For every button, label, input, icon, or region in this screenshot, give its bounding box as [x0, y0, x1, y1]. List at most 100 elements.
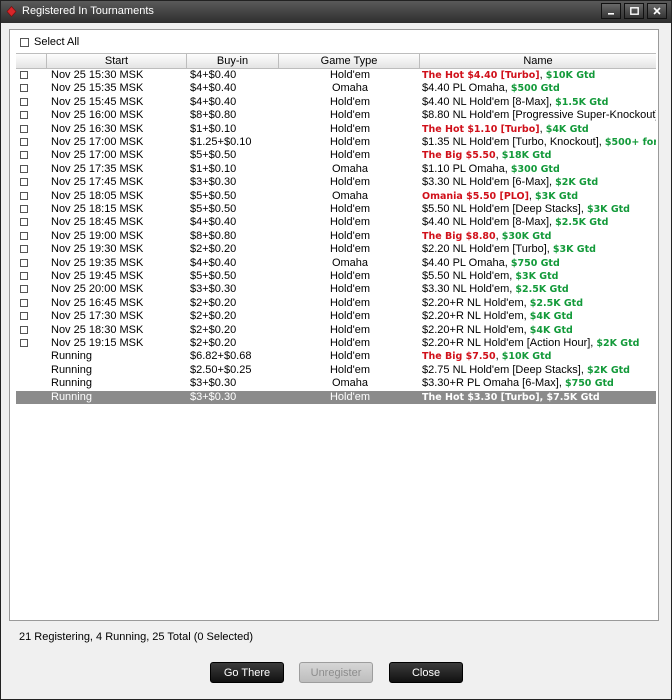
table-row[interactable]: Nov 25 17:00 MSK $1.25+$0.10 Hold'em $1.35 … [16, 136, 656, 149]
game-type-cell: Hold'em [329, 216, 370, 229]
row-checkbox[interactable] [20, 231, 28, 240]
name-segment: $2.5K Gtd [515, 284, 569, 296]
name-segment: $8.80 NL Hold'em [Progressive Super-Knoc… [422, 109, 656, 122]
name-segment: $750 Gtd [564, 378, 614, 390]
row-checkbox[interactable] [20, 178, 28, 187]
row-checkbox-cell [20, 283, 32, 297]
row-checkbox-cell [20, 149, 32, 163]
select-all-control[interactable]: Select All [20, 36, 79, 48]
row-checkbox[interactable] [20, 339, 28, 347]
table-row[interactable]: Nov 25 19:00 MSK $8+$0.80 Hold'em The Big $… [16, 230, 656, 243]
start-cell: Running [51, 350, 92, 363]
game-type-cell: Hold'em [329, 310, 370, 323]
game-type-cell: Hold'em [329, 176, 370, 189]
row-checkbox[interactable] [20, 151, 28, 160]
buyin-cell: $2+$0.20 [190, 337, 237, 349]
row-checkbox-cell [20, 123, 32, 137]
table-row[interactable]: Running $3+$0.30 Omaha $3.30+R PL Omaha [6-… [16, 377, 656, 390]
name-segment: The Hot $3.30 [Turbo], $7.5K Gtd [422, 391, 600, 403]
close-window-button[interactable] [647, 3, 667, 19]
start-cell: Nov 25 19:45 MSK [51, 270, 144, 282]
table-row[interactable]: Nov 25 16:30 MSK $1+$0.10 Hold'em The Hot $… [16, 123, 656, 136]
row-checkbox[interactable] [20, 312, 28, 321]
table-row[interactable]: Nov 25 19:15 MSK $2+$0.20 Hold'em $2.20+R N… [16, 337, 656, 350]
game-type-cell: Hold'em [329, 149, 370, 162]
start-cell: Nov 25 16:00 MSK [51, 109, 144, 122]
table-row[interactable]: Nov 25 20:00 MSK $3+$0.30 Hold'em $3.30 NL … [16, 283, 656, 296]
table-row[interactable]: Nov 25 19:45 MSK $5+$0.50 Hold'em $5.50 NL … [16, 270, 656, 283]
table-row[interactable]: Running $6.82+$0.68 Hold'em The Big $7.50, … [16, 350, 656, 363]
row-checkbox[interactable] [20, 272, 28, 280]
table-row[interactable]: Nov 25 16:00 MSK $8+$0.80 Hold'em $8.80 NL … [16, 109, 656, 122]
row-checkbox-cell [20, 337, 32, 351]
header-checkbox-col[interactable] [16, 54, 46, 68]
row-checkbox[interactable] [20, 124, 28, 133]
name-cell: $2.20+R NL Hold'em, $2.5K Gtd [422, 297, 656, 310]
table-row[interactable]: Nov 25 16:45 MSK $2+$0.20 Hold'em $2.20+R N… [16, 297, 656, 310]
row-checkbox[interactable] [20, 97, 28, 106]
table-row[interactable]: Nov 25 18:45 MSK $4+$0.40 Hold'em $4.40 NL … [16, 216, 656, 229]
start-cell: Nov 25 16:30 MSK [51, 122, 144, 135]
start-cell: Nov 25 17:00 MSK [51, 136, 144, 148]
table-row[interactable]: Nov 25 18:15 MSK $5+$0.50 Hold'em $5.50 NL … [16, 203, 656, 216]
name-segment: $2K Gtd [555, 177, 599, 189]
close-button[interactable]: Close [389, 662, 463, 683]
table-row[interactable]: Nov 25 15:35 MSK $4+$0.40 Omaha $4.40 PL Om… [16, 82, 656, 95]
table-row[interactable]: Nov 25 17:30 MSK $2+$0.20 Hold'em $2.20+R N… [16, 310, 656, 323]
table-row[interactable]: Running $2.50+$0.25 Hold'em $2.75 NL Hold'e… [16, 364, 656, 377]
table-row[interactable]: Nov 25 17:45 MSK $3+$0.30 Hold'em $3.30 NL … [16, 176, 656, 189]
buyin-cell: $4+$0.40 [190, 95, 237, 108]
name-segment: $10K Gtd [545, 70, 596, 81]
table-row[interactable]: Nov 25 15:30 MSK $4+$0.40 Hold'em The Hot $… [16, 69, 656, 82]
title-bar[interactable]: Registered In Tournaments [1, 1, 671, 23]
table-row[interactable]: Running $3+$0.30 Hold'em The Hot $3.30 [Tur… [16, 390, 656, 404]
row-checkbox[interactable] [20, 245, 28, 254]
name-segment: $2.20+R NL Hold'em, [422, 296, 530, 309]
table-row[interactable]: Nov 25 19:30 MSK $2+$0.20 Hold'em $2.20 NL … [16, 243, 656, 256]
row-checkbox[interactable] [20, 111, 28, 120]
row-checkbox[interactable] [20, 285, 28, 294]
start-cell: Nov 25 18:05 MSK [51, 189, 144, 202]
unregister-button[interactable]: Unregister [299, 662, 373, 683]
game-type-cell: Hold'em [329, 296, 370, 309]
buyin-cell: $4+$0.40 [190, 82, 237, 95]
table-row[interactable]: Nov 25 19:35 MSK $4+$0.40 Omaha $4.40 PL Om… [16, 257, 656, 270]
buyin-cell: $5+$0.50 [190, 149, 237, 162]
name-cell: $1.10 PL Omaha, $300 Gtd [422, 163, 656, 176]
header-start[interactable]: Start [46, 54, 186, 68]
select-all-checkbox[interactable] [20, 37, 29, 47]
row-checkbox[interactable] [20, 218, 28, 227]
maximize-button[interactable] [624, 3, 644, 19]
row-checkbox-cell [20, 310, 32, 324]
row-checkbox[interactable] [20, 205, 28, 213]
start-cell: Nov 25 18:30 MSK [51, 323, 144, 336]
minimize-button[interactable] [601, 3, 621, 19]
table-row[interactable]: Nov 25 18:05 MSK $5+$0.50 Omaha Omania $5.5… [16, 190, 656, 203]
header-game-type[interactable]: Game Type [278, 54, 419, 68]
header-name[interactable]: Name [419, 54, 656, 68]
row-checkbox[interactable] [20, 164, 28, 173]
header-buyin[interactable]: Buy-in [186, 54, 278, 68]
row-checkbox[interactable] [20, 258, 28, 267]
buyin-cell: $2+$0.20 [190, 296, 237, 309]
row-checkbox[interactable] [20, 325, 28, 334]
table-row[interactable]: Nov 25 15:45 MSK $4+$0.40 Hold'em $4.40 NL … [16, 96, 656, 109]
table-row[interactable]: Nov 25 17:35 MSK $1+$0.10 Omaha $1.10 PL Om… [16, 163, 656, 176]
registered-tournaments-window: Registered In Tournaments Select All Sta… [0, 0, 672, 700]
row-checkbox[interactable] [20, 71, 28, 79]
row-checkbox[interactable] [20, 138, 28, 146]
buyin-cell: $1.25+$0.10 [190, 136, 252, 148]
name-segment: $10K Gtd [501, 351, 552, 363]
name-segment: $3K Gtd [515, 271, 559, 282]
row-checkbox[interactable] [20, 298, 28, 307]
game-type-cell: Hold'em [329, 283, 370, 296]
row-checkbox-cell [20, 216, 32, 230]
row-checkbox-cell [20, 96, 32, 110]
go-there-button[interactable]: Go There [210, 662, 284, 683]
buyin-cell: $3+$0.30 [190, 283, 237, 296]
table-row[interactable]: Nov 25 17:00 MSK $5+$0.50 Hold'em The Big $… [16, 149, 656, 162]
row-checkbox[interactable] [20, 84, 28, 93]
name-segment: $3.30 NL Hold'em, [422, 283, 516, 296]
row-checkbox[interactable] [20, 191, 28, 200]
table-row[interactable]: Nov 25 18:30 MSK $2+$0.20 Hold'em $2.20+R N… [16, 324, 656, 337]
